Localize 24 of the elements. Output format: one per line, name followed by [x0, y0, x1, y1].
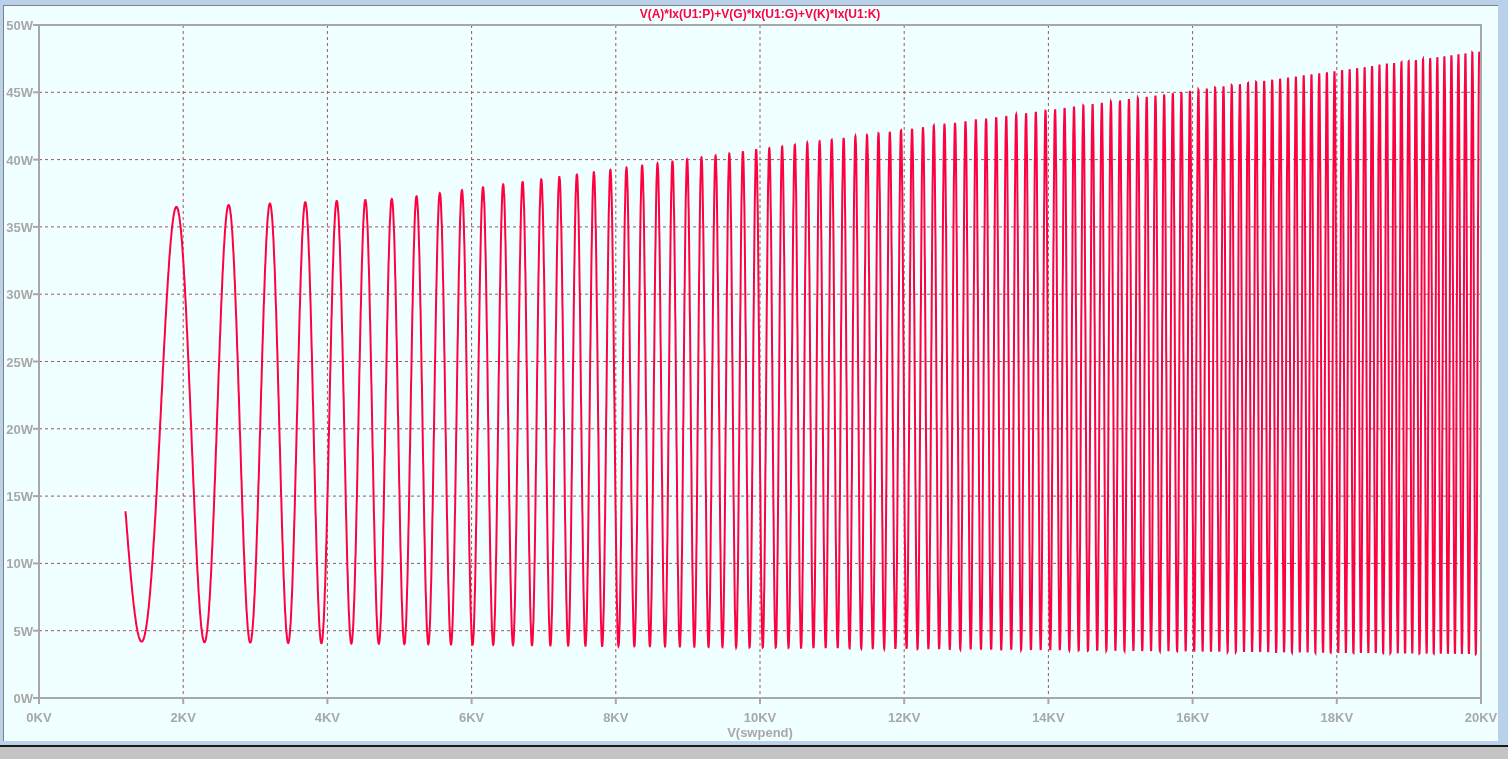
y-tick-label: 10W	[6, 556, 33, 572]
y-tick-label: 45W	[6, 85, 33, 101]
x-tick-label: 4KV	[314, 710, 341, 725]
x-tick-label: 6KV	[458, 710, 485, 725]
y-tick-label: 5W	[13, 623, 33, 639]
x-tick-label: 12KV	[887, 710, 921, 725]
x-tick-label: 16KV	[1176, 710, 1209, 725]
y-tick-label: 30W	[6, 287, 33, 303]
x-tick-label: 8KV	[603, 710, 629, 725]
x-axis-label: V(swpend)	[727, 725, 793, 740]
x-tick-label: 18KV	[1320, 710, 1354, 725]
trace-label: V(A)*Ix(U1:P)+V(G)*Ix(U1:G)+V(K)*Ix(U1:K)	[639, 7, 881, 21]
y-tick-label: 40W	[6, 152, 33, 168]
y-tick-label: 35W	[6, 219, 33, 235]
x-tick-label: 0KV	[26, 710, 52, 725]
y-tick-label: 25W	[6, 354, 33, 370]
x-tick-label: 10KV	[743, 710, 777, 725]
y-tick-label: 50W	[6, 18, 33, 33]
y-tick-label: 0W	[13, 691, 33, 706]
y-tick-label: 20W	[6, 421, 33, 437]
x-tick-label: 2KV	[170, 710, 196, 725]
x-tick-label: 14KV	[1032, 710, 1065, 725]
y-tick-label: 15W	[6, 489, 33, 505]
x-tick-label: 20KV	[1464, 710, 1498, 725]
